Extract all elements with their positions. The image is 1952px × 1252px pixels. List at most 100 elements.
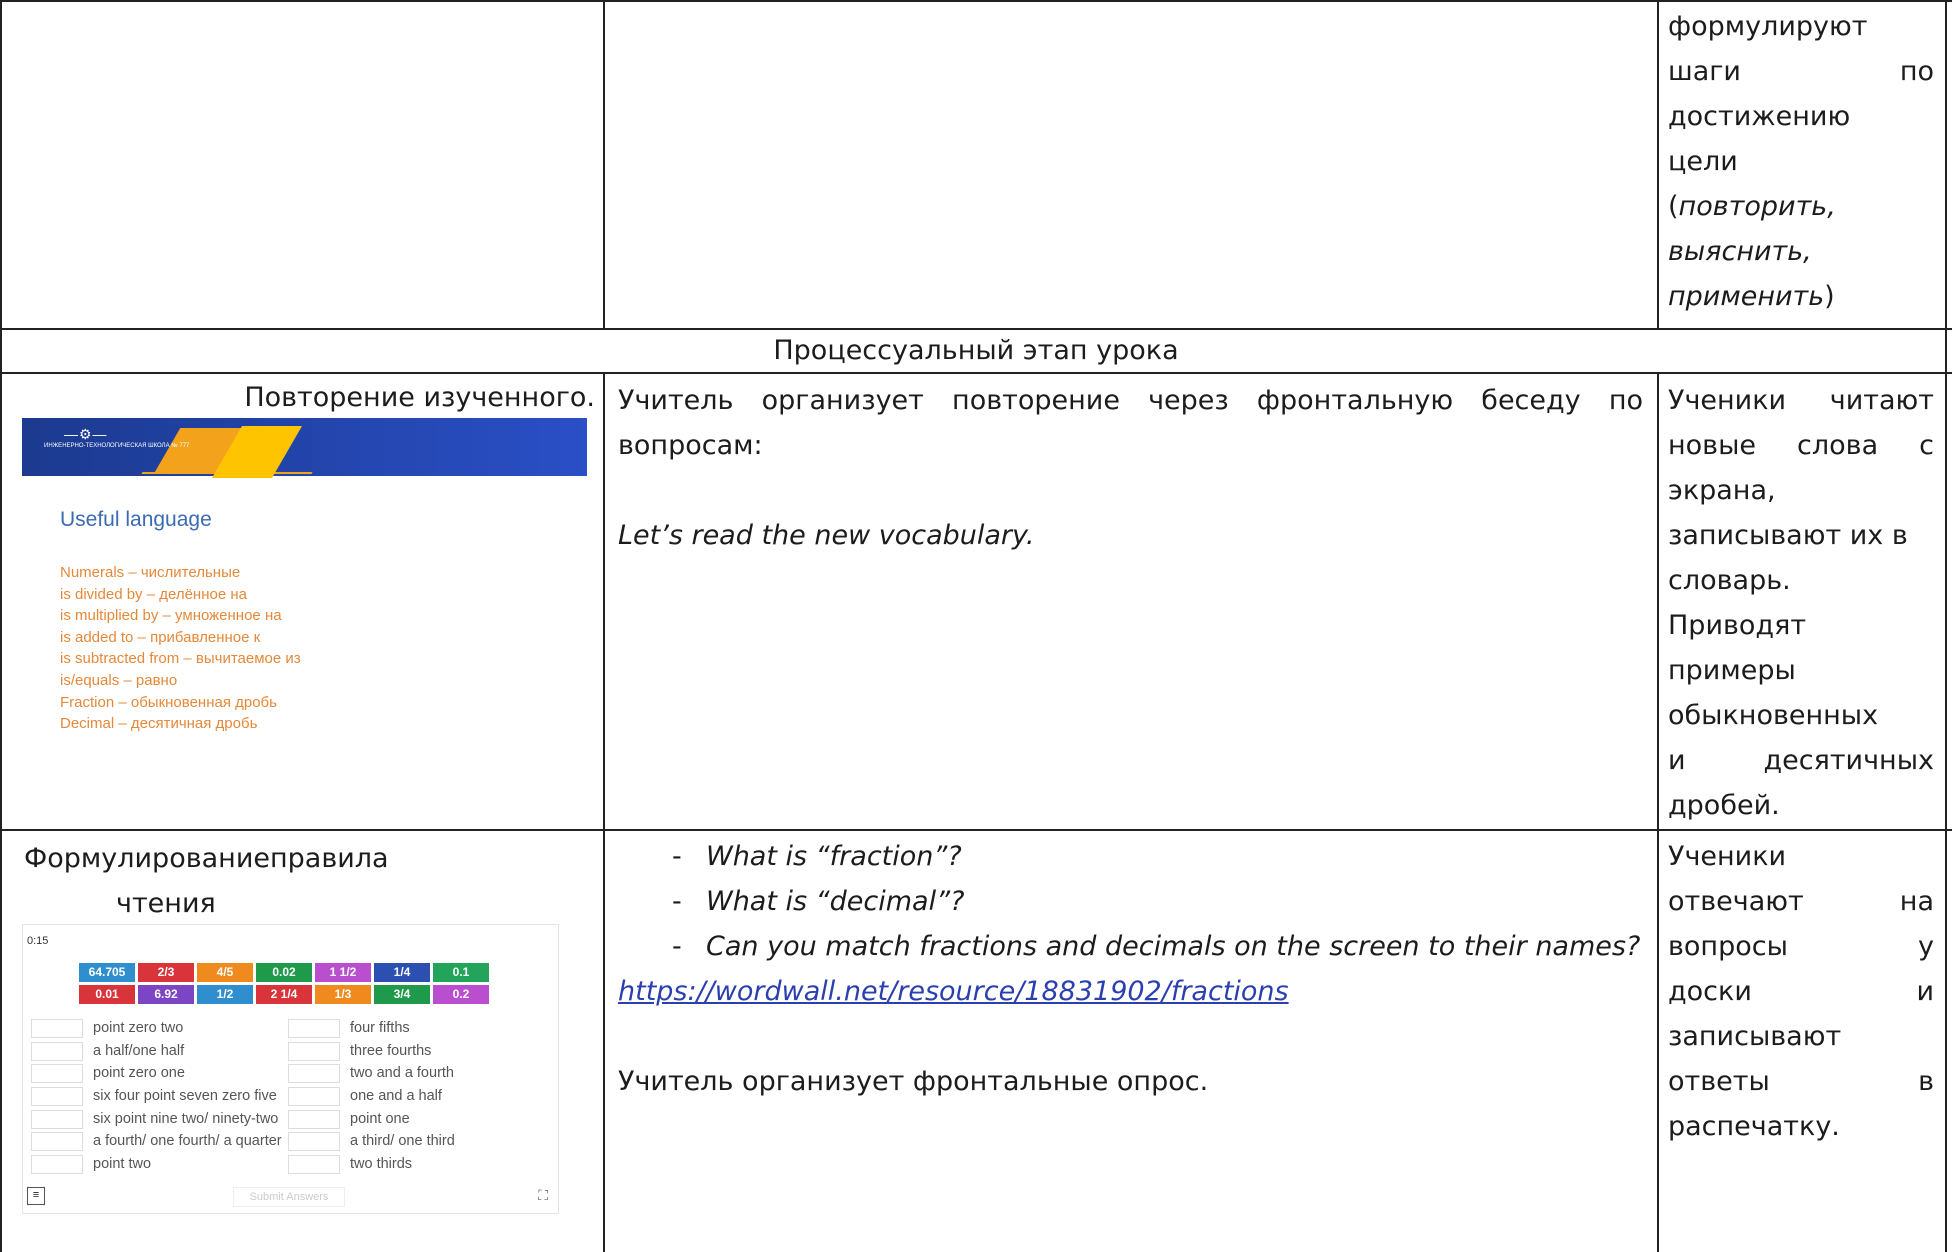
- title-word-3: чтения: [116, 888, 216, 919]
- drop-box: [288, 1041, 340, 1061]
- col2-line1: Учитель организует повторение через фрон…: [618, 385, 1643, 416]
- match-label: two and a fourth: [350, 1065, 454, 1082]
- drop-box: [288, 1109, 340, 1129]
- text-line: экрана,: [1668, 475, 1776, 506]
- match-label: a half/one half: [93, 1042, 185, 1059]
- row3-col3: Ученики отвечают на вопросы у доски и записываю…: [1668, 834, 1934, 1149]
- row3-col2: What is “fraction”?What is “decimal”?Can…: [618, 834, 1643, 1104]
- table-border: [1657, 372, 1659, 1252]
- question-item: What is “fraction”?: [672, 834, 1643, 879]
- match-row: six point nine two/ ninety-two point one: [31, 1108, 551, 1131]
- match-label: point zero two: [93, 1020, 184, 1036]
- text-line: отвечают на: [1668, 886, 1934, 917]
- wordwall-link[interactable]: https://wordwall.net/resource/18831902/f…: [618, 976, 1289, 1007]
- text-line: цели: [1668, 146, 1738, 177]
- vocab-line: Fraction – обыкновенная дробь: [60, 693, 277, 711]
- text-line: Приводят: [1668, 610, 1807, 641]
- menu-icon: ≡: [27, 1187, 45, 1205]
- text-line: словарь.: [1668, 565, 1791, 596]
- drop-box: [31, 1132, 83, 1152]
- match-label: three fourths: [350, 1042, 432, 1059]
- vocabulary-slide-image: —⚙— ИНЖЕНЕРНО-ТЕХНОЛОГИЧЕСКАЯ ШКОЛА № 77…: [22, 418, 587, 828]
- table-border: [0, 328, 1952, 330]
- answer-tile: 1/3: [315, 985, 371, 1004]
- col2-italic-prompt: Let’s read the new vocabulary.: [618, 520, 1035, 551]
- italic-line: выяснить,: [1668, 236, 1812, 267]
- text-line: распечатку.: [1668, 1111, 1840, 1142]
- drop-box: [288, 1019, 340, 1038]
- vocab-line: Numerals – числительные: [60, 564, 241, 581]
- table-border: [0, 372, 1952, 374]
- drop-box: [31, 1041, 83, 1061]
- text-line: дробей.: [1668, 790, 1780, 821]
- row2-col3: Ученики читают новые слова с экрана, записываю…: [1668, 378, 1934, 828]
- table-border: [1945, 0, 1947, 1252]
- text-line: формулируют: [1668, 11, 1868, 42]
- answer-tile: 6.92: [138, 985, 194, 1004]
- answer-tile: 2 1/4: [256, 985, 312, 1004]
- match-label: point two: [93, 1156, 152, 1173]
- drop-box: [288, 1132, 340, 1152]
- text-line: примеры: [1668, 655, 1796, 686]
- text-line: и десятичных: [1668, 745, 1934, 776]
- answer-tile: 64.705: [79, 963, 135, 982]
- col2-plain-text: Учитель организует фронтальные опрос.: [618, 1066, 1209, 1097]
- drop-box: [31, 1155, 83, 1175]
- tile-row: 64.705 2/3 4/5 0.02 1 1/2 1/4 0.1: [79, 963, 499, 982]
- match-row: point two two thirds: [31, 1153, 551, 1176]
- answer-tile: 3/4: [374, 985, 430, 1004]
- match-label: six four point seven zero five: [93, 1088, 277, 1105]
- drop-box: [31, 1087, 83, 1107]
- text-line: обыкновенных: [1668, 700, 1879, 731]
- text-line: записывают их в: [1668, 520, 1908, 551]
- match-label: a fourth/ one fourth/ a quarter: [93, 1133, 282, 1150]
- match-label: six point nine two/ ninety-two: [93, 1110, 279, 1127]
- table-border: [1657, 0, 1659, 328]
- text-line: шаги по: [1668, 56, 1934, 87]
- slide-heading: Useful language: [60, 508, 212, 531]
- text-line: Ученики читают: [1668, 385, 1934, 416]
- text-line: вопросы у: [1668, 931, 1934, 962]
- table-border: [0, 829, 1952, 831]
- drop-box: [288, 1064, 340, 1084]
- answer-tile: 0.2: [433, 985, 489, 1004]
- answer-tile: 2/3: [138, 963, 194, 982]
- answer-tile: 1/4: [374, 963, 430, 982]
- match-label: point one: [350, 1110, 410, 1127]
- vocab-line: is/equals – равно: [60, 671, 178, 689]
- match-row: point zero one two and a fourth: [31, 1062, 551, 1085]
- school-logo: —⚙— ИНЖЕНЕРНО-ТЕХНОЛОГИЧЕСКАЯ ШКОЛА № 77…: [44, 426, 190, 449]
- table-border: [0, 0, 2, 1252]
- slide-vocabulary-list: Numerals – числительные is divided by – д…: [60, 562, 301, 735]
- text-line: записывают: [1668, 1021, 1842, 1052]
- question-item: Can you match fractions and decimals on …: [672, 924, 1643, 969]
- tile-row: 0.01 6.92 1/2 2 1/4 1/3 3/4 0.2: [79, 985, 499, 1004]
- answer-tile: 1 1/2: [315, 963, 371, 982]
- section-header: Процессуальный этап урока: [773, 335, 1179, 366]
- match-row: a half/one half three fourths: [31, 1040, 551, 1063]
- italic-line: (повторить,: [1668, 191, 1836, 222]
- italic-line: применить): [1668, 281, 1835, 312]
- text-line: новые слова с: [1668, 430, 1934, 461]
- tile-grid: 64.705 2/3 4/5 0.02 1 1/2 1/4 0.1 0.01 6.92 1/2 2 …: [79, 963, 499, 1007]
- vocab-line: Decimal – десятичная дробь: [60, 715, 258, 733]
- drop-box: [288, 1155, 340, 1175]
- text-line: Ученики: [1668, 841, 1787, 872]
- table-border: [603, 0, 605, 328]
- answer-tile: 0.01: [79, 985, 135, 1004]
- table-border: [0, 0, 1952, 2]
- text-line: ответы в: [1668, 1066, 1934, 1097]
- match-list: point zero two four fifths a half/one half…: [31, 1017, 551, 1176]
- row2-col2: Учитель организует повторение через фрон…: [618, 378, 1643, 558]
- drop-box: [31, 1109, 83, 1129]
- fullscreen-icon: ⛶: [538, 1187, 548, 1203]
- question-list: What is “fraction”?What is “decimal”?Can…: [618, 834, 1643, 969]
- text-line: доски и: [1668, 976, 1934, 1007]
- drop-box: [31, 1064, 83, 1084]
- title-word-2: правила: [269, 843, 389, 874]
- match-row: point zero two four fifths: [31, 1017, 551, 1040]
- title-word-1: Формулирование: [24, 843, 270, 874]
- wordwall-activity-image: 0:15 64.705 2/3 4/5 0.02 1 1/2 1/4 0.1 0.01 6.92…: [22, 924, 559, 1214]
- drop-box: [31, 1019, 83, 1038]
- answer-tile: 1/2: [197, 985, 253, 1004]
